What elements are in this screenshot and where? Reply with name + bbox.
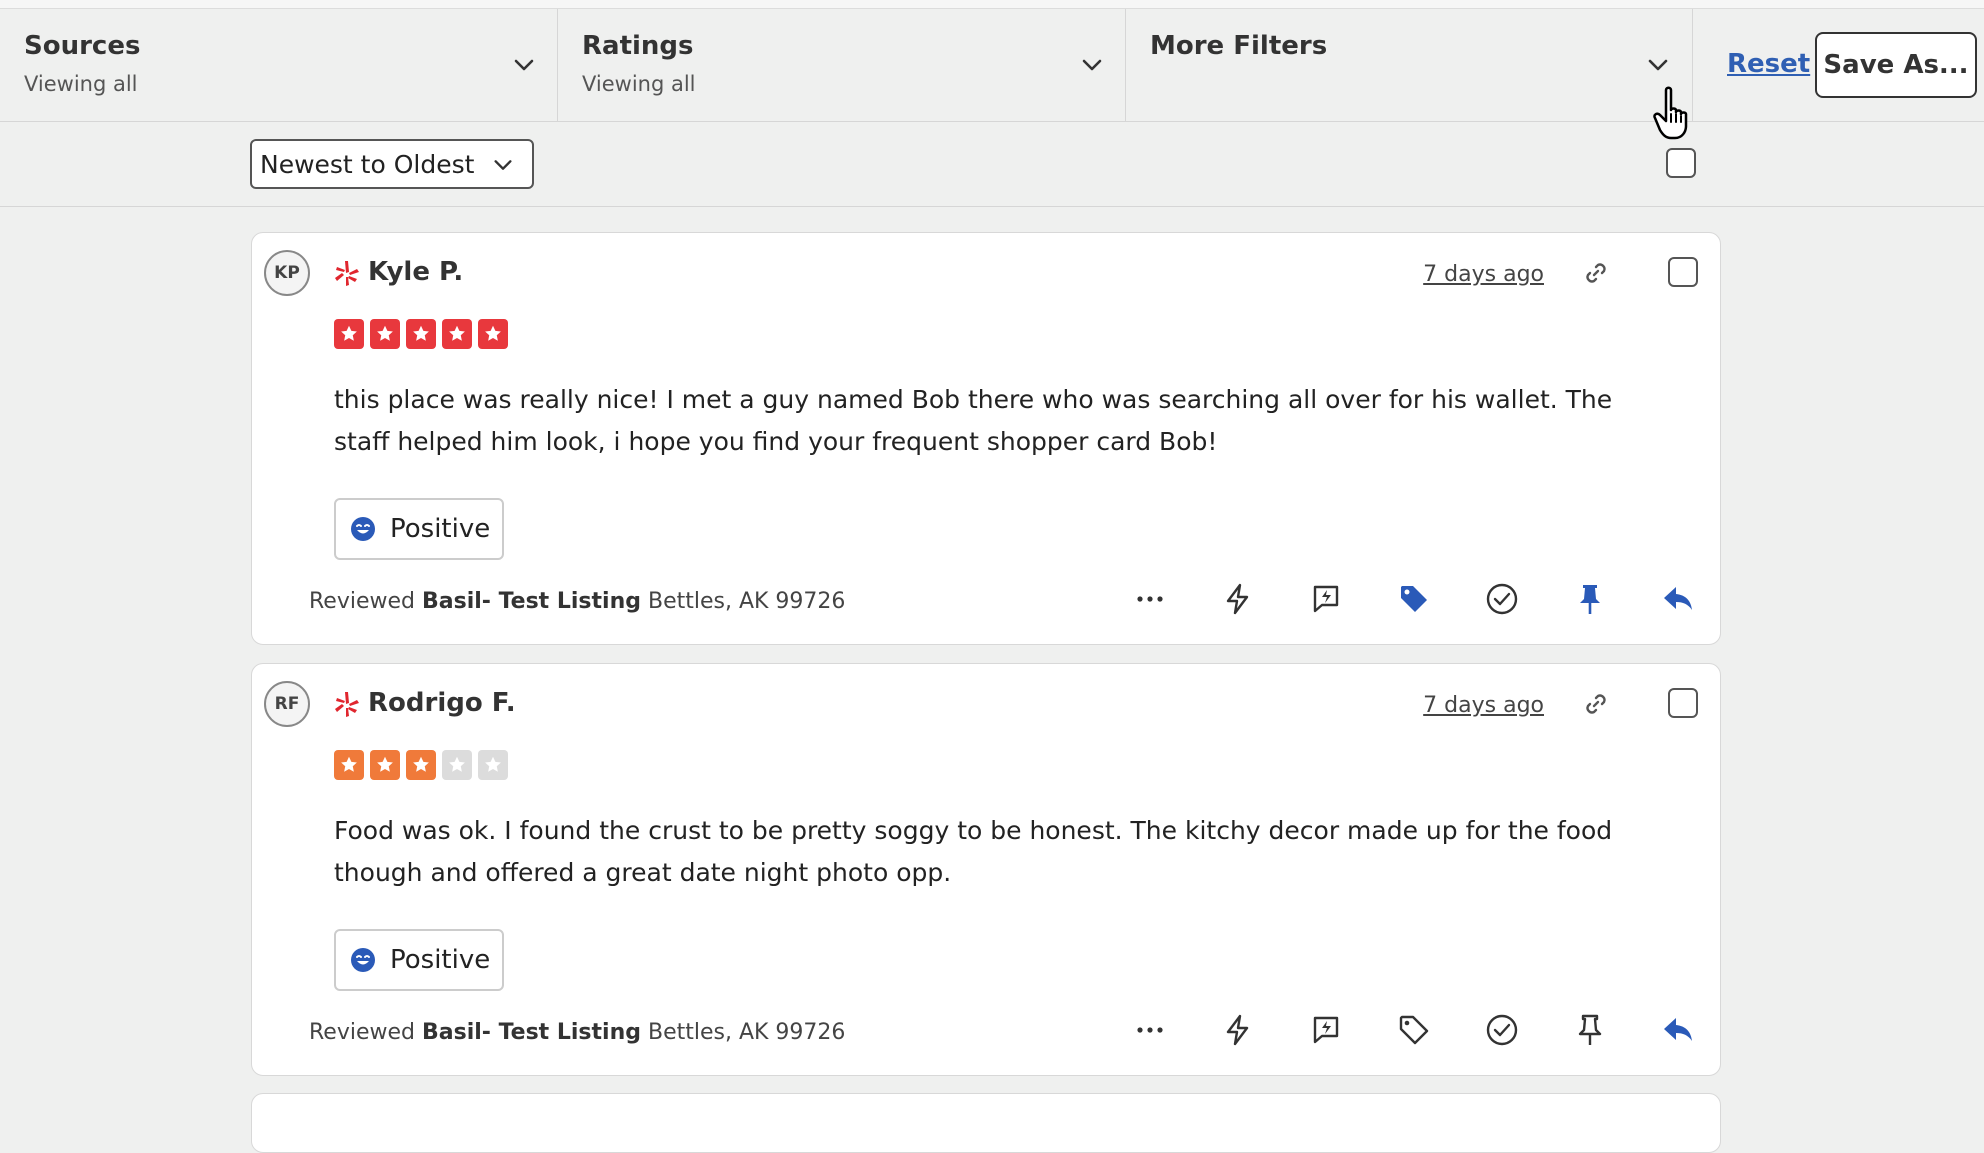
review-date-link[interactable]: 7 days ago [1423,693,1544,718]
smiley-icon [351,517,375,541]
sources-filter-title: Sources [24,31,141,61]
ratings-filter-title: Ratings [582,31,694,61]
chevron-down-icon[interactable] [1080,53,1104,77]
top-strip [0,0,1984,9]
review-select-checkbox[interactable] [1668,688,1698,718]
yelp-icon [335,261,359,286]
star-icon [370,750,400,780]
more-filters-title: More Filters [1150,31,1328,61]
review-select-checkbox[interactable] [1668,257,1698,287]
star-rating [334,750,508,780]
ratings-filter-status: Viewing all [582,72,696,96]
check-circle-icon[interactable] [1484,581,1520,617]
sentiment-label: Positive [390,945,491,975]
quick-reply-icon[interactable] [1308,1012,1344,1048]
chevron-down-icon [494,160,512,170]
lightning-icon[interactable] [1220,1012,1256,1048]
check-circle-icon[interactable] [1484,1012,1520,1048]
reviewer-name[interactable]: Rodrigo F. [368,688,516,718]
smiley-icon [351,948,375,972]
save-as-button[interactable]: Save As... [1815,32,1977,98]
chevron-down-icon[interactable] [512,53,536,77]
star-icon [478,750,508,780]
sort-select-value: Newest to Oldest [260,149,475,179]
tag-icon[interactable] [1396,1012,1432,1048]
review-card: RF Rodrigo F. 7 days ago Food was ok. I … [251,663,1721,1076]
star-icon [442,750,472,780]
pin-icon[interactable] [1572,1012,1608,1048]
reset-link[interactable]: Reset [1727,49,1810,79]
review-text: this place was really nice! I met a guy … [334,385,1613,456]
sentiment-label: Positive [390,514,491,544]
sources-filter[interactable]: Sources Viewing all [0,9,558,121]
review-actions [252,1012,1720,1052]
sort-bar: Newest to Oldest [0,122,1984,207]
sort-select[interactable]: Newest to Oldest [250,139,534,189]
sources-filter-status: Viewing all [24,72,138,96]
lightning-icon[interactable] [1220,581,1256,617]
star-icon [442,319,472,349]
reviewer-name[interactable]: Kyle P. [368,257,463,287]
reply-icon[interactable] [1660,1012,1696,1048]
pin-icon[interactable] [1572,581,1608,617]
more-icon[interactable] [1132,1012,1168,1048]
quick-reply-icon[interactable] [1308,581,1344,617]
star-icon [370,319,400,349]
link-icon[interactable] [1582,259,1610,287]
review-actions [252,581,1720,621]
review-date-link[interactable]: 7 days ago [1423,262,1544,287]
star-rating [334,319,508,349]
sentiment-badge[interactable]: Positive [334,929,504,991]
star-icon [406,319,436,349]
more-filters[interactable]: More Filters [1126,9,1693,121]
star-icon [334,319,364,349]
chevron-down-icon[interactable] [1646,53,1670,77]
reply-icon[interactable] [1660,581,1696,617]
more-icon[interactable] [1132,581,1168,617]
yelp-icon [335,692,359,717]
avatar: KP [264,250,310,296]
avatar: RF [264,681,310,727]
review-card: KP Kyle P. 7 days ago this place was rea… [251,232,1721,645]
link-icon[interactable] [1582,690,1610,718]
ratings-filter[interactable]: Ratings Viewing all [558,9,1126,121]
star-icon [334,750,364,780]
select-all-checkbox[interactable] [1666,148,1696,178]
sentiment-badge[interactable]: Positive [334,498,504,560]
tag-icon[interactable] [1396,581,1432,617]
review-card [251,1093,1721,1153]
star-icon [478,319,508,349]
star-icon [406,750,436,780]
review-text: Food was ok. I found the crust to be pre… [334,816,1613,887]
